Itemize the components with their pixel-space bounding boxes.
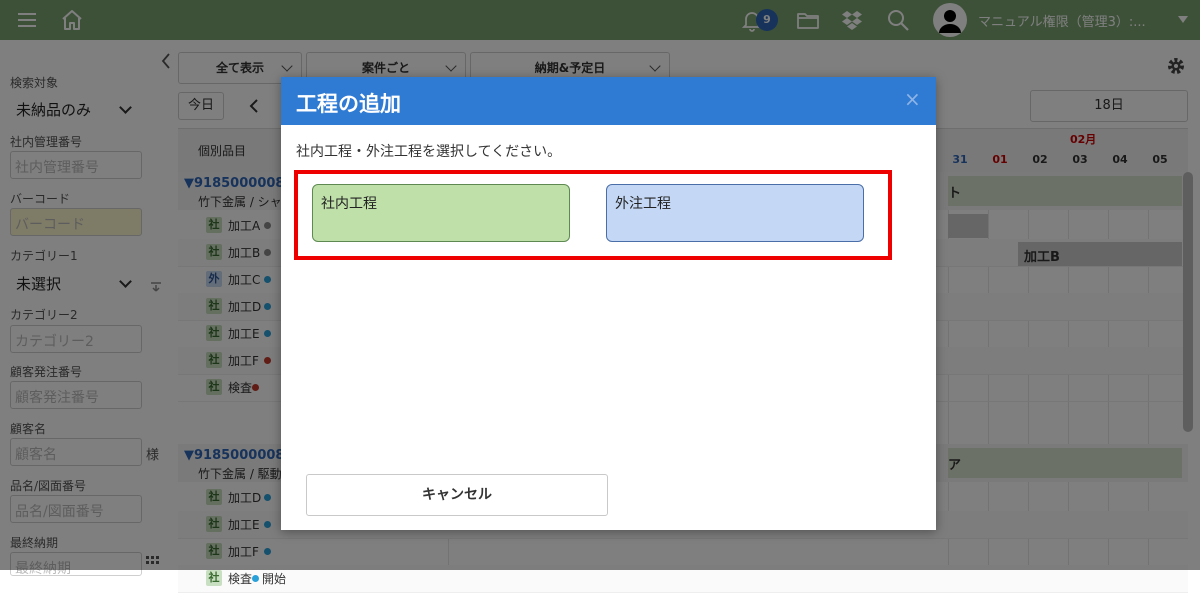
modal-header: 工程の追加 × (281, 77, 936, 125)
process-status: 開始 (262, 572, 287, 586)
status-dot-icon (252, 575, 259, 582)
add-process-modal: 工程の追加 × 社内工程・外注工程を選択してください。 社内工程 外注工程 キャ… (281, 77, 936, 530)
process-type-badge: 社 (206, 570, 222, 586)
modal-title: 工程の追加 (296, 92, 401, 116)
external-process-button[interactable]: 外注工程 (606, 184, 864, 242)
process-name: 検査 (228, 572, 253, 586)
modal-message: 社内工程・外注工程を選択してください。 (296, 144, 562, 160)
cancel-button[interactable]: キャンセル (306, 474, 608, 516)
close-icon[interactable]: × (904, 87, 921, 111)
internal-process-button[interactable]: 社内工程 (312, 184, 570, 242)
